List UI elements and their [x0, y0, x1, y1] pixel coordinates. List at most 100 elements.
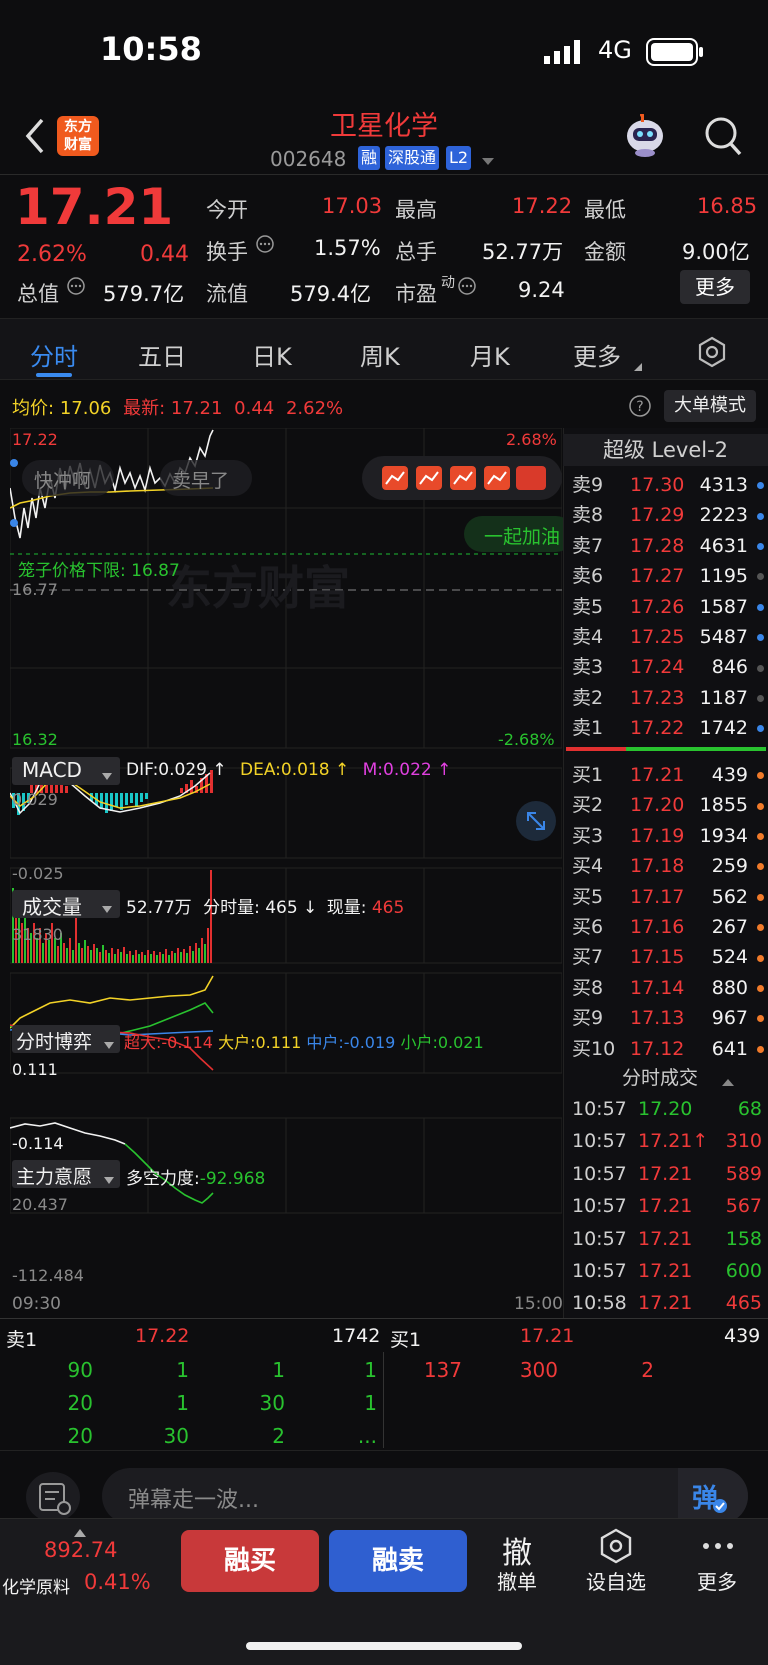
trades-title[interactable]: 分时成交	[622, 1063, 698, 1090]
order-volume: 1587	[699, 595, 748, 618]
order-book-row[interactable]: 买6 17.16 267	[572, 912, 766, 942]
trade-price: 17.21	[638, 1162, 693, 1185]
order-dot-icon	[757, 603, 764, 611]
pe-value: 9.24	[518, 278, 565, 302]
header-divider	[0, 174, 768, 175]
y-axis-top: 17.22	[12, 430, 58, 449]
order-price: 17.13	[630, 1007, 685, 1030]
game-axis-bottom: -0.114	[12, 1134, 64, 1153]
order-volume: 1195	[699, 565, 748, 588]
trade-row: 10:58 17.21 465	[572, 1287, 766, 1319]
signal-icon	[544, 40, 584, 64]
queue-cell: 30	[163, 1424, 189, 1448]
amount-label: 金额	[584, 240, 626, 264]
check-icon	[712, 1498, 728, 1514]
info-icon[interactable]	[457, 276, 477, 296]
tab-5day[interactable]: 五日	[138, 337, 186, 372]
order-book-row[interactable]: 买5 17.17 562	[572, 882, 766, 912]
open-value: 17.03	[322, 194, 383, 218]
order-book-row[interactable]: 卖6 17.27 1195	[572, 561, 766, 591]
order-book-row[interactable]: 卖3 17.24 846	[572, 652, 766, 682]
order-book-row[interactable]: 买10 17.12 641	[572, 1034, 766, 1064]
chevron-down-icon[interactable]	[482, 153, 494, 165]
search-icon[interactable]	[702, 114, 744, 158]
index-name: 化学原料	[2, 1578, 70, 1598]
trade-volume: 567	[725, 1195, 762, 1218]
queue-cell: 20	[67, 1391, 93, 1415]
y-axis-mid: 16.77	[12, 580, 58, 599]
level2-title[interactable]: 超级 Level-2	[563, 434, 768, 466]
order-price: 17.29	[630, 504, 685, 527]
order-book-row[interactable]: 买2 17.20 1855	[572, 790, 766, 820]
danmu-list-icon[interactable]	[26, 1472, 80, 1522]
trade-time: 10:58	[572, 1292, 627, 1315]
order-book-row[interactable]: 买7 17.15 524	[572, 942, 766, 972]
info-icon[interactable]	[255, 234, 275, 254]
margin-buy-button[interactable]: 融买	[181, 1530, 319, 1592]
danmu-text: 一起加油	[484, 526, 561, 548]
collapse-icon[interactable]	[722, 1072, 734, 1086]
tab-month-k[interactable]: 月K	[470, 337, 510, 372]
latest-change: 0.44	[234, 398, 275, 419]
svg-text:东方财富: 东方财富	[166, 561, 350, 615]
order-book-row[interactable]: 卖5 17.26 1587	[572, 592, 766, 622]
order-price: 17.24	[630, 656, 685, 679]
order-level-label: 卖9	[572, 474, 604, 496]
order-volume: 1934	[699, 824, 748, 847]
add-watchlist-label[interactable]: 设自选	[586, 1566, 646, 1595]
order-price: 17.30	[630, 474, 685, 496]
info-icon[interactable]	[66, 276, 86, 296]
latest-pct: 2.62%	[285, 398, 344, 419]
trade-time: 10:57	[572, 1227, 627, 1250]
tab-more[interactable]: 更多	[573, 337, 621, 372]
order-book-row[interactable]: 买1 17.21 439	[572, 760, 766, 790]
order-level-label: 买10	[572, 1037, 616, 1060]
order-dot-icon	[757, 802, 764, 810]
order-volume: 880	[711, 976, 748, 999]
order-dot-icon	[757, 863, 764, 871]
add-watchlist-icon[interactable]	[598, 1528, 634, 1564]
queue-buy-price: 17.21	[520, 1325, 575, 1347]
more-quote-button[interactable]: 更多	[680, 270, 750, 304]
order-book-row[interactable]: 卖4 17.25 5487	[572, 622, 766, 652]
tab-day-k[interactable]: 日K	[252, 337, 292, 372]
latest-value: 17.21	[170, 398, 223, 419]
order-level-label: 买7	[572, 946, 604, 969]
chevron-down-icon	[102, 899, 112, 913]
robot-assistant-icon[interactable]	[622, 113, 668, 158]
order-level-label: 买1	[572, 764, 604, 786]
big-order-mode-button[interactable]: 大单模式	[664, 390, 756, 422]
mktcap-value: 579.7亿	[103, 282, 185, 306]
tab-intraday[interactable]: 分时	[30, 337, 78, 372]
order-book-row[interactable]: 卖9 17.30 4313	[572, 470, 766, 500]
help-icon[interactable]: ?	[628, 394, 652, 418]
order-volume: 4631	[699, 534, 748, 557]
order-book-row[interactable]: 卖8 17.29 2223	[572, 500, 766, 530]
order-book-row[interactable]: 买8 17.14 880	[572, 973, 766, 1003]
order-level-label: 买2	[572, 794, 604, 817]
queue-divider-top	[0, 1318, 768, 1319]
more-dots-icon[interactable]	[700, 1536, 736, 1556]
cancel-order-label[interactable]: 撤单	[497, 1566, 537, 1595]
order-book-row[interactable]: 买9 17.13 967	[572, 1003, 766, 1033]
float-value: 579.4亿	[290, 282, 372, 306]
more-label[interactable]: 更多	[697, 1566, 737, 1595]
margin-sell-button[interactable]: 融卖	[329, 1530, 467, 1592]
order-volume: 641	[711, 1037, 748, 1060]
order-book-row[interactable]: 买3 17.19 1934	[572, 821, 766, 851]
order-book-row[interactable]: 买4 17.18 259	[572, 851, 766, 881]
ask-bid-divider	[566, 747, 766, 751]
trade-row: 10:57 17.20 68	[572, 1093, 766, 1125]
index-value[interactable]: 892.74	[44, 1538, 117, 1562]
order-book-row[interactable]: 卖7 17.28 4631	[572, 531, 766, 561]
order-volume: 1187	[699, 686, 748, 709]
price-change: 0.44	[140, 242, 189, 267]
order-level-label: 卖2	[572, 686, 604, 709]
settings-gear-icon[interactable]	[696, 336, 728, 368]
order-book-row[interactable]: 卖1 17.22 1742	[572, 713, 766, 743]
tab-week-k[interactable]: 周K	[360, 337, 400, 372]
expand-icon[interactable]	[516, 801, 556, 841]
order-price: 17.15	[630, 946, 685, 969]
order-level-label: 卖7	[572, 534, 604, 557]
order-book-row[interactable]: 卖2 17.23 1187	[572, 683, 766, 713]
